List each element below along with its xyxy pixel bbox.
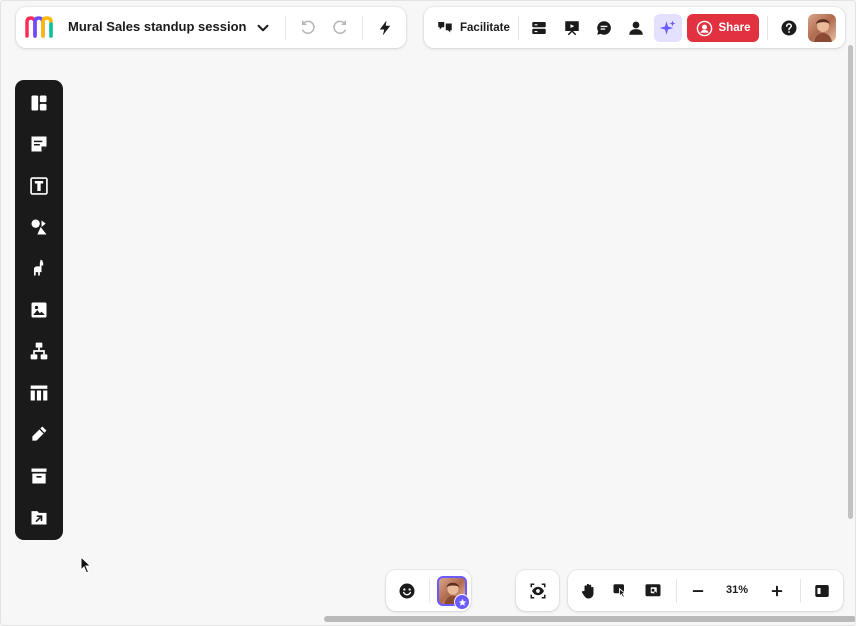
divider [362, 16, 363, 40]
share-label: Share [718, 22, 751, 34]
diagram-icon[interactable] [27, 339, 51, 363]
top-actions-bar: Facilitate Share [424, 7, 845, 48]
mural-canvas[interactable]: Mural Sales standup session Facilitate S… [0, 0, 856, 626]
divider [518, 16, 519, 40]
mural-title[interactable]: Mural Sales standup session [68, 19, 246, 34]
reactions-bar [386, 570, 471, 611]
share-user-icon [696, 20, 713, 37]
facilitate-icon [436, 19, 454, 37]
visibility-bar [516, 570, 559, 611]
divider [800, 579, 801, 603]
divider [767, 16, 768, 40]
chevron-down-icon[interactable] [251, 16, 275, 40]
zoom-out-icon[interactable] [686, 579, 710, 603]
facilitate-label: Facilitate [460, 22, 510, 34]
sticky-note-icon[interactable] [27, 132, 51, 156]
help-icon[interactable] [777, 16, 801, 40]
archive-icon[interactable] [27, 464, 51, 488]
mural-title-bar: Mural Sales standup session [16, 7, 406, 48]
redo-icon[interactable] [328, 16, 352, 40]
ai-sparkle-button[interactable] [654, 14, 682, 42]
hand-pan-icon[interactable] [577, 579, 601, 603]
divider [429, 579, 430, 603]
share-button[interactable]: Share [687, 14, 759, 42]
upload-icon[interactable] [27, 505, 51, 529]
icons-llama-icon[interactable] [27, 256, 51, 280]
divider [285, 16, 286, 40]
person-icon[interactable] [624, 16, 648, 40]
divider [676, 579, 677, 603]
outline-icon[interactable] [527, 16, 551, 40]
map-outline-icon[interactable] [641, 579, 665, 603]
horizontal-scrollbar[interactable] [324, 616, 855, 622]
vertical-scrollbar[interactable] [848, 45, 853, 519]
lightning-icon[interactable] [373, 16, 397, 40]
undo-icon[interactable] [296, 16, 320, 40]
select-pointer-icon[interactable] [609, 579, 633, 603]
present-icon[interactable] [560, 16, 584, 40]
draw-pencil-icon[interactable] [27, 422, 51, 446]
facilitate-button[interactable]: Facilitate [436, 19, 510, 37]
comment-icon[interactable] [592, 16, 616, 40]
shapes-icon[interactable] [27, 215, 51, 239]
left-toolbar [15, 80, 63, 540]
zoom-in-icon[interactable] [765, 579, 789, 603]
mural-logo-icon[interactable] [25, 15, 55, 44]
templates-icon[interactable] [27, 91, 51, 115]
zoom-level[interactable]: 31% [726, 584, 748, 596]
minimap-icon[interactable] [810, 579, 834, 603]
text-icon[interactable] [27, 174, 51, 198]
emoji-reaction-icon[interactable] [395, 579, 419, 603]
facilitator-star-icon [454, 594, 470, 610]
user-avatar[interactable] [808, 14, 836, 42]
image-icon[interactable] [27, 298, 51, 322]
table-icon[interactable] [27, 381, 51, 405]
mouse-cursor-icon [80, 555, 92, 579]
eye-focus-icon[interactable] [526, 579, 550, 603]
navigation-bar: 31% [568, 570, 843, 611]
